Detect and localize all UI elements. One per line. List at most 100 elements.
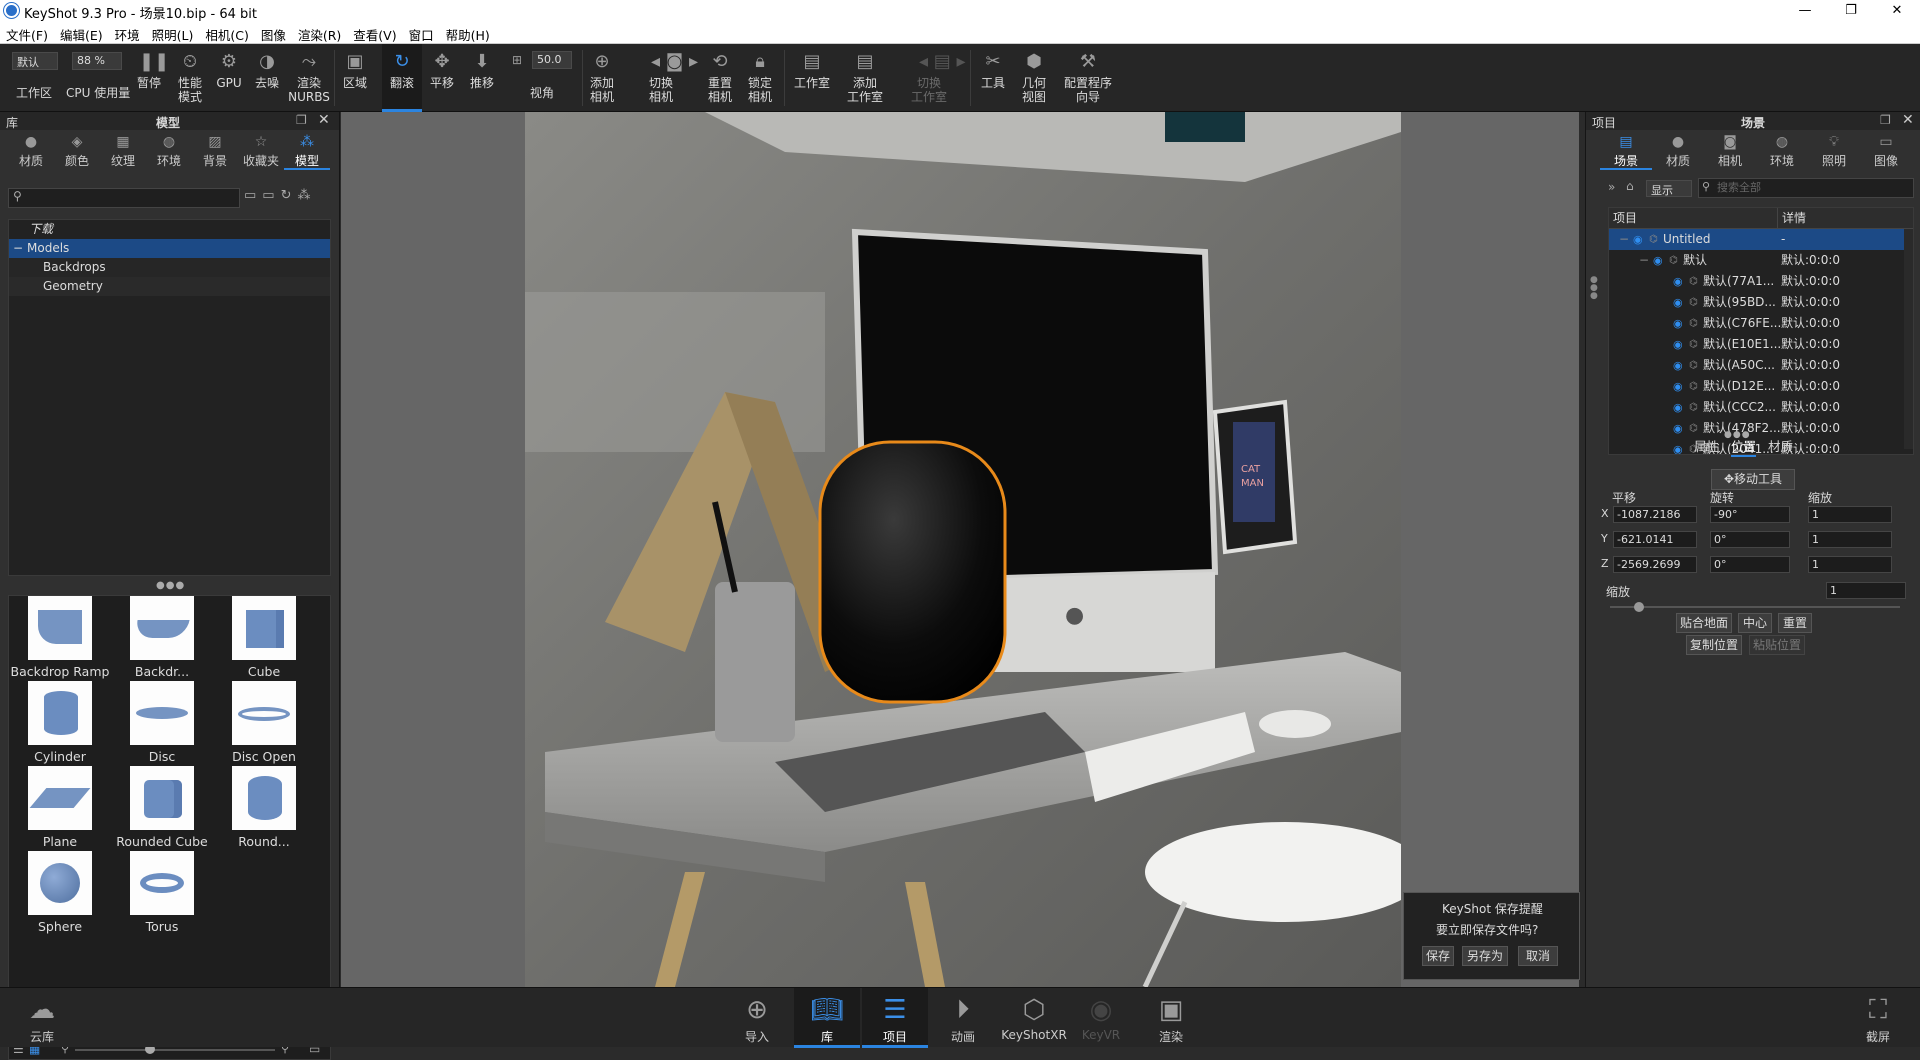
reset-camera-button[interactable]: ⟲ 重置 相机 xyxy=(702,44,738,112)
visibility-eye-icon[interactable]: ◉ xyxy=(1673,313,1683,334)
keyshotxr-button[interactable]: ⬡ KeyShotXR xyxy=(999,988,1069,1048)
expand-icon[interactable]: » xyxy=(1608,180,1615,194)
menu-environment[interactable]: 环境 xyxy=(109,22,146,43)
tab-textures[interactable]: ▦ 纹理 xyxy=(100,130,146,170)
save-button[interactable]: 保存 xyxy=(1422,946,1454,966)
folder-add-icon[interactable]: ▭ xyxy=(262,188,280,203)
scene-row-root[interactable]: − ◉ ⌬ Untitled - xyxy=(1609,229,1913,250)
tree-item-download[interactable]: 下载 xyxy=(9,220,330,239)
scene-row-group[interactable]: − ◉ ⌬ 默认 默认:0:0:0 xyxy=(1609,250,1913,271)
workspace-select[interactable]: 默认 xyxy=(12,52,58,70)
display-select[interactable]: 显示 xyxy=(1646,180,1692,197)
thumb-plane[interactable]: Plane xyxy=(10,766,110,849)
scene-row-part[interactable]: ◉ ⌬ 默认(C76FE... 默认:0:0:0 xyxy=(1609,313,1913,334)
subtab-position[interactable]: 位置 xyxy=(1731,436,1757,457)
scene-row-part[interactable]: ◉ ⌬ 默认(D12E... 默认:0:0:0 xyxy=(1609,376,1913,397)
close-button[interactable]: ✕ xyxy=(1874,0,1920,22)
undock-icon[interactable]: ❐ xyxy=(1880,113,1891,127)
thumb-backdrop[interactable]: Backdr... xyxy=(112,596,212,679)
cpu-usage-select[interactable]: 88 % xyxy=(72,52,122,70)
thumb-torus[interactable]: Torus xyxy=(112,851,212,934)
configurator-wizard-button[interactable]: ⚒ 配置程序 向导 xyxy=(1060,44,1116,112)
thumb-rounded-cube[interactable]: Rounded Cube xyxy=(112,766,212,849)
scene-tree-scrollbar[interactable] xyxy=(1904,229,1913,449)
tab-environment[interactable]: ◍ 环境 xyxy=(1756,130,1808,170)
move-tool-button[interactable]: ✥移动工具 xyxy=(1711,469,1795,490)
restore-button[interactable]: ❐ xyxy=(1828,0,1874,22)
side-handle[interactable]: ● ● ● xyxy=(1590,276,1598,301)
render-view[interactable]: ● CAT MAN xyxy=(525,112,1401,987)
thumb-cylinder[interactable]: Cylinder xyxy=(10,681,110,764)
cloud-library-button[interactable]: ☁ 云库 xyxy=(12,988,72,1048)
subtab-material[interactable]: 材质 xyxy=(1768,436,1793,457)
geometry-view-button[interactable]: ⬢ 几何 视图 xyxy=(1018,44,1050,112)
close-panel-icon[interactable]: ✕ xyxy=(1902,112,1914,128)
scene-row-part[interactable]: ◉ ⌬ 默认(95BD... 默认:0:0:0 xyxy=(1609,292,1913,313)
reset-button[interactable]: 重置 xyxy=(1778,613,1812,633)
scene-row-part[interactable]: ◉ ⌬ 默认(CCC2... 默认:0:0:0 xyxy=(1609,397,1913,418)
visibility-eye-icon[interactable]: ◉ xyxy=(1653,250,1663,271)
tab-colors[interactable]: ◈ 颜色 xyxy=(54,130,100,170)
save-as-button[interactable]: 另存为 xyxy=(1462,946,1508,966)
z-rotate-input[interactable]: 0° xyxy=(1710,556,1790,573)
slider-handle[interactable] xyxy=(1634,602,1644,612)
collapse-icon[interactable]: − xyxy=(13,239,23,258)
scene-row-part[interactable]: ◉ ⌬ 默认(77A1... 默认:0:0:0 xyxy=(1609,271,1913,292)
menu-help[interactable]: 帮助(H) xyxy=(440,22,496,43)
library-button[interactable]: 📖︎ 库 xyxy=(794,988,860,1048)
tab-backgrounds[interactable]: ▨ 背景 xyxy=(192,130,238,170)
tools-button[interactable]: ✂ 工具 xyxy=(978,44,1008,112)
x-scale-input[interactable]: 1 xyxy=(1808,506,1892,523)
y-rotate-input[interactable]: 0° xyxy=(1710,531,1790,548)
menu-lighting[interactable]: 照明(L) xyxy=(146,22,200,43)
menu-camera[interactable]: 相机(C) xyxy=(199,22,254,43)
switch-studio-button[interactable]: ◂ ▤ ▸ 切换 工作室 xyxy=(894,44,966,112)
visibility-eye-icon[interactable]: ◉ xyxy=(1673,397,1683,418)
cancel-button[interactable]: 取消 xyxy=(1518,946,1558,966)
expand-toggle-icon[interactable]: − xyxy=(1619,229,1629,250)
visibility-eye-icon[interactable]: ◉ xyxy=(1673,271,1683,292)
expand-toggle-icon[interactable]: − xyxy=(1639,250,1649,271)
tab-scene[interactable]: ▤ 场景 xyxy=(1600,130,1652,170)
tab-models[interactable]: ⁂ 模型 xyxy=(284,130,330,170)
gpu-button[interactable]: ⚙ GPU xyxy=(212,44,246,112)
region-button[interactable]: ▣ 区域 xyxy=(338,44,372,112)
refresh-icon[interactable]: ↻ xyxy=(281,188,298,203)
scene-search-input[interactable]: 搜索全部 xyxy=(1698,178,1914,198)
z-scale-input[interactable]: 1 xyxy=(1808,556,1892,573)
y-translate-input[interactable]: -621.0141 xyxy=(1613,531,1697,548)
thumb-cube[interactable]: Cube xyxy=(214,596,314,679)
thumbnail-size-slider[interactable] xyxy=(75,1049,275,1051)
x-rotate-input[interactable]: -90° xyxy=(1710,506,1790,523)
center-button[interactable]: 中心 xyxy=(1738,613,1772,633)
uniform-scale-input[interactable]: 1 xyxy=(1826,582,1906,599)
x-translate-input[interactable]: -1087.2186 xyxy=(1613,506,1697,523)
snap-to-ground-button[interactable]: 贴合地面 xyxy=(1676,613,1732,633)
add-studio-button[interactable]: ▤ 添加 工作室 xyxy=(842,44,888,112)
thumb-rounded-cylinder[interactable]: Round... xyxy=(214,766,314,849)
menu-file[interactable]: 文件(F) xyxy=(0,22,54,43)
keyvr-button[interactable]: ◉ KeyVR xyxy=(1068,988,1134,1048)
lock-camera-button[interactable]: 🔒︎ 锁定 相机 xyxy=(742,44,778,112)
import-button[interactable]: ⊕ 导入 xyxy=(724,988,790,1048)
render-nurbs-button[interactable]: ⤳ 渲染 NURBS xyxy=(288,44,330,112)
paste-position-button[interactable]: 粘贴位置 xyxy=(1749,635,1805,655)
visibility-eye-icon[interactable]: ◉ xyxy=(1633,229,1643,250)
copy-position-button[interactable]: 复制位置 xyxy=(1686,635,1742,655)
tab-materials[interactable]: ● 材质 xyxy=(1652,130,1704,170)
pause-button[interactable]: ❚❚ 暂停 xyxy=(132,44,169,112)
library-search-input[interactable]: ⚲ xyxy=(8,188,240,208)
tab-environments[interactable]: ◍ 环境 xyxy=(146,130,192,170)
dolly-button[interactable]: ⬇ 推移 xyxy=(464,44,500,112)
uniform-scale-slider[interactable] xyxy=(1610,606,1900,608)
visibility-eye-icon[interactable]: ◉ xyxy=(1673,376,1683,397)
tab-materials[interactable]: ● 材质 xyxy=(8,130,54,170)
share-icon[interactable]: ⁂ xyxy=(298,188,317,203)
tree-item-backdrops[interactable]: Backdrops xyxy=(9,258,330,277)
studio-button[interactable]: ▤ 工作室 xyxy=(790,44,834,112)
visibility-eye-icon[interactable]: ◉ xyxy=(1673,292,1683,313)
add-camera-button[interactable]: ⊕ 添加 相机 xyxy=(588,44,616,112)
menu-image[interactable]: 图像 xyxy=(255,22,292,43)
switch-camera-button[interactable]: ◂ ◙ ▸ 切换 相机 xyxy=(628,44,698,112)
thumb-disc-open[interactable]: Disc Open xyxy=(214,681,314,764)
